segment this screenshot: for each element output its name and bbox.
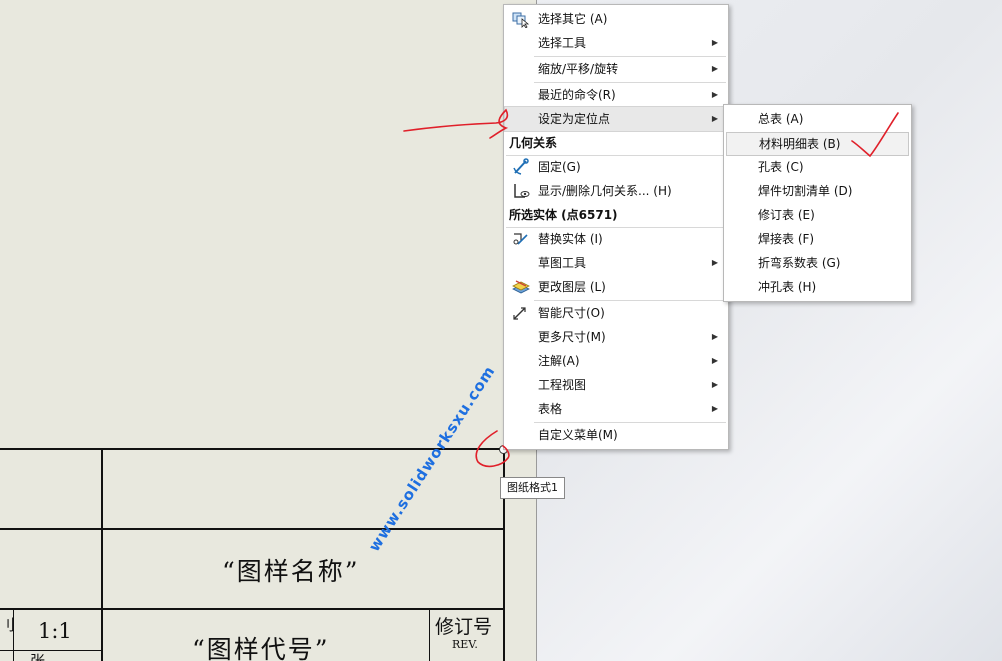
title-block-divider-h3 — [0, 650, 102, 651]
submenu-item-punch-table[interactable]: 冲孔表 (H) — [726, 276, 909, 298]
menu-item-replace-entity[interactable]: 替换实体 (I) — [505, 227, 727, 251]
submenu-item-general-table[interactable]: 总表 (A) — [726, 108, 909, 130]
submenu-arrow-icon: ▶ — [711, 258, 718, 267]
menu-section-label: 所选实体 (点6571) — [509, 208, 618, 222]
menu-item-label: 草图工具 — [538, 256, 587, 270]
drawing-code-text: “图样代号” — [192, 635, 330, 661]
title-block-divider-v3 — [429, 608, 430, 661]
menu-item-label: 替换实体 (I) — [538, 232, 603, 246]
title-block-divider-v1 — [101, 448, 103, 661]
menu-item-select-other[interactable]: 选择其它 (A) — [505, 7, 727, 31]
submenu-arrow-icon: ▶ — [711, 90, 718, 99]
submenu-item-label: 材料明细表 (B) — [759, 137, 841, 151]
submenu-item-label: 折弯系数表 (G) — [758, 256, 841, 270]
menu-item-display-delete-relations[interactable]: 显示/删除几何关系... (H) — [505, 179, 727, 203]
smart-dimension-icon — [511, 304, 531, 322]
menu-item-label: 智能尺寸(O) — [538, 306, 605, 320]
revision-label-en: REV. — [452, 638, 478, 651]
title-block-divider-h1 — [0, 528, 505, 530]
menu-item-label: 表格 — [538, 402, 563, 416]
relations-eye-icon — [511, 182, 531, 200]
submenu-arrow-icon: ▶ — [711, 64, 718, 73]
submenu-item-hole-table[interactable]: 孔表 (C) — [726, 156, 909, 178]
menu-section-selected-entity: 所选实体 (点6571) — [505, 203, 727, 227]
context-menu: 选择其它 (A) 选择工具 ▶ 缩放/平移/旋转 ▶ 最近的命令(R) ▶ 设定… — [503, 4, 729, 450]
submenu-item-weld-table[interactable]: 焊接表 (F) — [726, 228, 909, 250]
menu-item-customize-menu[interactable]: 自定义菜单(M) — [505, 423, 727, 447]
submenu-item-weldment-cut-list[interactable]: 焊件切割清单 (D) — [726, 180, 909, 202]
sheet-format-tooltip: 图纸格式1 — [500, 477, 565, 499]
menu-item-more-dimensions[interactable]: 更多尺寸(M) ▶ — [505, 325, 727, 349]
submenu-arrow-icon: ▶ — [711, 114, 718, 123]
submenu-arrow-icon: ▶ — [711, 356, 718, 365]
submenu-item-bend-table[interactable]: 折弯系数表 (G) — [726, 252, 909, 274]
layers-icon — [511, 278, 531, 296]
replace-entity-icon — [511, 230, 531, 248]
cut-off-label-left: 刂 — [0, 616, 16, 634]
menu-item-label: 工程视图 — [538, 378, 587, 392]
menu-item-fix[interactable]: 固定(G) — [505, 155, 727, 179]
select-other-icon — [511, 10, 531, 29]
menu-item-label: 显示/删除几何关系... (H) — [538, 184, 672, 198]
menu-item-label: 更改图层 (L) — [538, 280, 606, 294]
submenu-item-label: 冲孔表 (H) — [758, 280, 817, 294]
anchor-point-submenu: 总表 (A) 材料明细表 (B) 孔表 (C) 焊件切割清单 (D) 修订表 (… — [723, 104, 912, 302]
menu-item-drawing-views[interactable]: 工程视图 ▶ — [505, 373, 727, 397]
submenu-item-label: 焊接表 (F) — [758, 232, 815, 246]
menu-item-sketch-tools[interactable]: 草图工具 ▶ — [505, 251, 727, 275]
cut-off-label-bottom: 张 — [30, 652, 46, 661]
menu-section-relations: 几何关系 — [505, 131, 727, 155]
submenu-item-label: 总表 (A) — [758, 112, 804, 126]
menu-item-smart-dimension[interactable]: 智能尺寸(O) — [505, 301, 727, 325]
menu-item-change-layer[interactable]: 更改图层 (L) — [505, 275, 727, 299]
menu-item-annotations[interactable]: 注解(A) ▶ — [505, 349, 727, 373]
submenu-arrow-icon: ▶ — [711, 332, 718, 341]
submenu-item-revision-table[interactable]: 修订表 (E) — [726, 204, 909, 226]
menu-item-label: 更多尺寸(M) — [538, 330, 606, 344]
drawing-name-text: “图样名称” — [222, 557, 360, 586]
menu-item-label: 选择工具 — [538, 36, 587, 50]
menu-item-recent-commands[interactable]: 最近的命令(R) ▶ — [505, 83, 727, 107]
submenu-item-label: 修订表 (E) — [758, 208, 815, 222]
menu-item-label: 缩放/平移/旋转 — [538, 62, 619, 76]
menu-item-tables[interactable]: 表格 ▶ — [505, 397, 727, 421]
menu-item-set-anchor-point[interactable]: 设定为定位点 ▶ — [504, 106, 728, 132]
menu-item-label: 固定(G) — [538, 160, 581, 174]
submenu-arrow-icon: ▶ — [711, 38, 718, 47]
anchor-icon — [511, 158, 531, 176]
menu-item-zoom-pan-rotate[interactable]: 缩放/平移/旋转 ▶ — [505, 57, 727, 81]
menu-item-label: 注解(A) — [538, 354, 580, 368]
submenu-item-bill-of-materials[interactable]: 材料明细表 (B) — [726, 132, 909, 156]
menu-item-label: 选择其它 (A) — [538, 12, 608, 26]
menu-item-label: 自定义菜单(M) — [538, 428, 618, 442]
menu-item-select-tools[interactable]: 选择工具 ▶ — [505, 31, 727, 55]
menu-item-label: 设定为定位点 — [538, 112, 611, 126]
menu-section-label: 几何关系 — [509, 136, 558, 150]
scale-text: 1:1 — [38, 619, 72, 643]
submenu-item-label: 焊件切割清单 (D) — [758, 184, 853, 198]
submenu-item-label: 孔表 (C) — [758, 160, 804, 174]
submenu-arrow-icon: ▶ — [711, 404, 718, 413]
revision-label-cn: 修订号 — [435, 616, 493, 638]
submenu-arrow-icon: ▶ — [711, 380, 718, 389]
menu-item-label: 最近的命令(R) — [538, 88, 616, 102]
